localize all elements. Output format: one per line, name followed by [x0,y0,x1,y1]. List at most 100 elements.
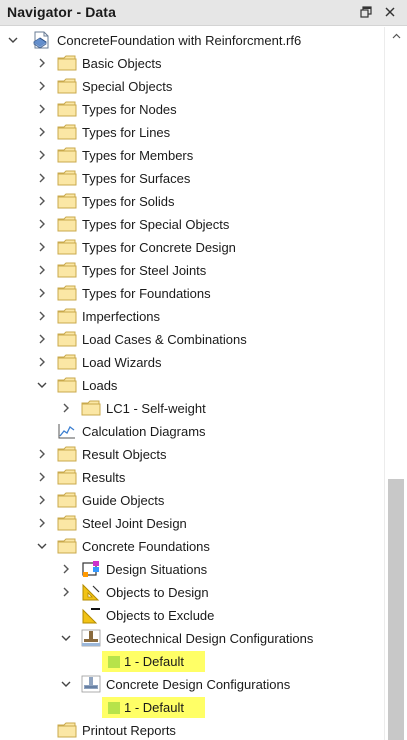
tree-item[interactable]: Types for Concrete Design [0,236,384,259]
chevron-right-icon[interactable] [34,100,50,118]
tree-item[interactable]: Types for Lines [0,121,384,144]
tree-item[interactable]: LC1 - Self-weight [0,397,384,420]
folder-icon [56,53,78,73]
chevron-right-icon[interactable] [34,514,50,532]
tree-item[interactable]: Design Situations [0,558,384,581]
tree-item-config-default[interactable]: 1 - Default [0,650,384,673]
chevron-right-icon[interactable] [34,215,50,233]
chevron-right-icon[interactable] [34,169,50,187]
chevron-right-icon[interactable] [58,399,74,417]
scrollbar-thumb[interactable] [388,479,404,740]
tree-item[interactable]: Results [0,466,384,489]
tree-item[interactable]: Calculation Diagrams [0,420,384,443]
tree-item[interactable]: Concrete Design Configurations [0,673,384,696]
tree-item-label: Types for Surfaces [82,171,191,186]
tree-item-label: Objects to Design [106,585,209,600]
chevron-down-icon[interactable] [58,675,74,693]
folder-icon [56,352,78,372]
chevron-right-icon[interactable] [34,353,50,371]
chevron-right-icon[interactable] [34,77,50,95]
chevron-down-icon[interactable] [5,31,21,49]
tree-item[interactable]: Concrete Foundations [0,535,384,558]
tree-item[interactable]: Objects to Exclude [0,604,384,627]
folder-icon [56,191,78,211]
tree-item[interactable]: Types for Nodes [0,98,384,121]
config-item-icon [106,700,122,716]
chevron-right-icon[interactable] [34,54,50,72]
chevron-down-icon[interactable] [58,629,74,647]
tree-item-label: Result Objects [82,447,167,462]
model-file-icon [31,30,53,50]
tree-item[interactable]: Guide Objects [0,489,384,512]
tree-item[interactable]: Printout Reports [0,719,384,740]
tree-item-label: LC1 - Self-weight [106,401,206,416]
chevron-down-icon[interactable] [34,376,50,394]
vertical-scrollbar[interactable] [384,27,407,740]
tree-item[interactable]: Types for Foundations [0,282,384,305]
tree-item[interactable]: Geotechnical Design Configurations [0,627,384,650]
tree-item[interactable]: Loads [0,374,384,397]
folder-icon [56,444,78,464]
tree-item[interactable]: Types for Members [0,144,384,167]
chevron-right-icon[interactable] [34,284,50,302]
tree-item[interactable]: Imperfections [0,305,384,328]
tree-item-label: Types for Lines [82,125,171,140]
chevron-right-icon[interactable] [34,491,50,509]
tree-item[interactable]: Basic Objects [0,52,384,75]
float-window-icon[interactable] [357,3,375,21]
tree-item[interactable]: Objects to Design [0,581,384,604]
tree-item-label: Loads [82,378,118,393]
chevron-right-icon[interactable] [34,307,50,325]
folder-icon [56,329,78,349]
tree-item-label: Concrete Foundations [82,539,210,554]
tree-item[interactable]: Types for Surfaces [0,167,384,190]
close-icon[interactable] [381,3,399,21]
tree-item[interactable]: Types for Solids [0,190,384,213]
chevron-right-icon[interactable] [58,583,74,601]
chevron-right-icon[interactable] [34,238,50,256]
chevron-down-icon[interactable] [34,537,50,555]
tree-root[interactable]: ConcreteFoundation with Reinforcment.rf6 [0,29,384,52]
tree-item-config-default[interactable]: 1 - Default [0,696,384,719]
chevron-right-icon[interactable] [34,445,50,463]
chevron-right-icon[interactable] [34,192,50,210]
chevron-right-icon[interactable] [34,261,50,279]
folder-icon [56,260,78,280]
folder-icon [56,513,78,533]
folder-icon [80,398,102,418]
tree-item-label: Types for Members [82,148,194,163]
tree-item-label: Types for Special Objects [82,217,230,232]
navigator-tree: ConcreteFoundation with Reinforcment.rf6… [0,27,384,740]
chevron-right-icon[interactable] [34,146,50,164]
tree-root-label: ConcreteFoundation with Reinforcment.rf6 [57,33,302,48]
scroll-up-icon[interactable] [385,27,407,45]
folder-icon [56,122,78,142]
tree-item[interactable]: Types for Special Objects [0,213,384,236]
chevron-right-icon[interactable] [34,468,50,486]
chevron-right-icon[interactable] [58,560,74,578]
tree-item-label: Design Situations [106,562,208,577]
folder-icon [56,283,78,303]
tree-item-label: 1 - Default [124,700,184,715]
tree-item[interactable]: Special Objects [0,75,384,98]
tree-item-label: Geotechnical Design Configurations [106,631,314,646]
panel-title: Navigator - Data [7,4,116,20]
chevron-right-icon[interactable] [34,123,50,141]
folder-icon [56,76,78,96]
diagram-icon [56,421,78,441]
tree-item[interactable]: Types for Steel Joints [0,259,384,282]
tree-item[interactable]: Load Wizards [0,351,384,374]
folder-icon [56,214,78,234]
tree-item-label: Special Objects [82,79,173,94]
folder-icon [56,306,78,326]
tree-item[interactable]: Steel Joint Design [0,512,384,535]
objects-to-design-icon [80,582,102,602]
tree-item[interactable]: Result Objects [0,443,384,466]
tree-item-label: Steel Joint Design [82,516,187,531]
tree-item-label: Concrete Design Configurations [106,677,291,692]
concrete-config-icon [80,674,102,694]
chevron-right-icon[interactable] [34,330,50,348]
folder-icon [56,168,78,188]
tree-item[interactable]: Load Cases & Combinations [0,328,384,351]
tree-item-label: Types for Concrete Design [82,240,236,255]
